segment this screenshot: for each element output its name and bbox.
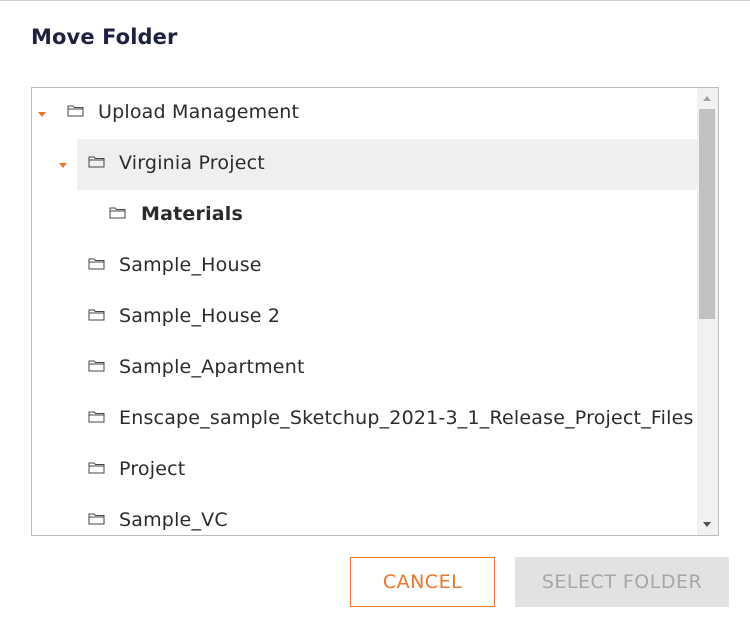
caret-down-icon[interactable] bbox=[38, 112, 46, 117]
tree-item-label: Sample_House bbox=[119, 254, 262, 276]
tree-item-sample-house-2[interactable]: Sample_House 2 bbox=[32, 292, 697, 343]
move-folder-dialog: Move Folder Upload Management Virginia P bbox=[0, 0, 750, 617]
tree-item-enscape-sample[interactable]: Enscape_sample_Sketchup_2021-3_1_Release… bbox=[32, 394, 697, 445]
tree-item-label: Materials bbox=[141, 203, 244, 225]
tree-item-label: Enscape_sample_Sketchup_2021-3_1_Release… bbox=[119, 407, 694, 429]
tree-item-label: Upload Management bbox=[98, 101, 300, 123]
tree-item-upload-management[interactable]: Upload Management bbox=[32, 88, 697, 139]
folder-icon bbox=[88, 513, 105, 525]
caret-down-icon[interactable] bbox=[59, 163, 67, 168]
folder-icon bbox=[88, 411, 105, 423]
tree-item-project[interactable]: Project bbox=[32, 445, 697, 496]
folder-icon bbox=[67, 105, 84, 117]
tree-item-label: Sample_VC bbox=[119, 509, 228, 531]
folder-icon bbox=[88, 462, 105, 474]
tree-item-label: Project bbox=[119, 458, 186, 480]
tree-item-materials[interactable]: Materials bbox=[32, 190, 697, 241]
tree-item-sample-house[interactable]: Sample_House bbox=[32, 241, 697, 292]
tree-item-label: Virginia Project bbox=[119, 152, 265, 174]
folder-tree: Upload Management Virginia Project Mater… bbox=[32, 88, 697, 535]
scroll-down-arrow-icon[interactable] bbox=[703, 522, 711, 527]
folder-icon bbox=[88, 258, 105, 270]
folder-icon bbox=[109, 207, 126, 219]
tree-item-label: Sample_House 2 bbox=[119, 305, 281, 327]
tree-scrollbar[interactable] bbox=[697, 88, 718, 535]
tree-item-virginia-project[interactable]: Virginia Project bbox=[59, 139, 697, 190]
select-folder-button[interactable]: SELECT FOLDER bbox=[515, 557, 729, 607]
folder-tree-container: Upload Management Virginia Project Mater… bbox=[31, 87, 719, 536]
tree-item-sample-vc[interactable]: Sample_VC bbox=[32, 496, 697, 535]
scroll-up-arrow-icon[interactable] bbox=[703, 96, 711, 101]
cancel-button[interactable]: CANCEL bbox=[350, 557, 495, 607]
dialog-title: Move Folder bbox=[31, 25, 178, 49]
tree-item-label: Sample_Apartment bbox=[119, 356, 305, 378]
folder-icon bbox=[88, 360, 105, 372]
tree-item-sample-apartment[interactable]: Sample_Apartment bbox=[32, 343, 697, 394]
folder-icon bbox=[88, 156, 105, 168]
scrollbar-thumb[interactable] bbox=[699, 109, 715, 319]
folder-icon bbox=[88, 309, 105, 321]
